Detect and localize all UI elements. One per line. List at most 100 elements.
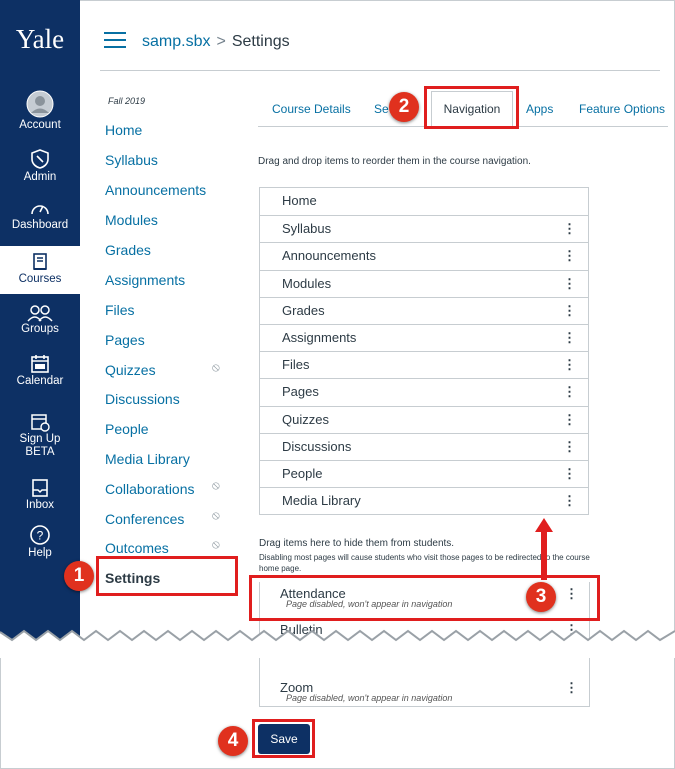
nav-row-people[interactable]: People ⋮ [260,459,588,487]
nav-row-label: Announcements [282,248,376,264]
hidden-row-note: Page disabled, won't appear in navigatio… [286,693,453,703]
kebab-menu-icon[interactable]: ⋮ [563,407,576,433]
nav-row-announcements[interactable]: Announcements ⋮ [260,242,588,269]
breadcrumb-course-link[interactable]: samp.sbx [142,33,210,50]
breadcrumb-current: Settings [231,33,290,50]
tab-course-details[interactable]: Course Details [272,102,351,116]
course-nav-assignments[interactable]: Assignments [105,272,185,288]
course-nav-announcements[interactable]: Announcements [105,182,206,198]
nav-row-quizzes[interactable]: Quizzes ⋮ [260,405,588,433]
header-divider [100,70,660,71]
signup-icon [31,414,50,432]
help-icon: ? [30,525,50,545]
nav-row-label: Discussions [282,438,352,454]
groups-icon [27,305,53,322]
kebab-menu-icon[interactable]: ⋮ [563,461,576,487]
kebab-menu-icon[interactable]: ⋮ [563,352,576,378]
course-nav-discussions[interactable]: Discussions [105,391,180,407]
kebab-menu-icon[interactable]: ⋮ [563,434,576,460]
course-nav-modules[interactable]: Modules [105,212,158,228]
kebab-menu-icon[interactable]: ⋮ [563,216,576,242]
callout-badge-4: 4 [218,726,248,756]
course-nav-files[interactable]: Files [105,302,135,318]
nav-row-discussions[interactable]: Discussions ⋮ [260,432,588,460]
nav-row-modules[interactable]: Modules ⋮ [260,269,588,297]
hidden-row-zoom[interactable]: Zoom Page disabled, won't appear in navi… [260,680,590,703]
course-nav-collaborations[interactable]: Collaborations [105,481,195,497]
nav-row-label: Assignments [282,329,357,345]
breadcrumb: samp.sbx > Settings [142,33,290,51]
nav-row-files[interactable]: Files ⋮ [260,351,588,378]
callout-badge-1: 1 [64,561,94,591]
hidden-section-title: Drag items here to hide them from studen… [259,538,455,549]
hamburger-menu-icon[interactable] [104,32,126,53]
course-nav-people[interactable]: People [105,421,149,437]
kebab-menu-icon[interactable]: ⋮ [563,298,576,324]
course-nav-home[interactable]: Home [105,122,142,138]
calendar-icon [31,355,49,373]
kebab-menu-icon[interactable]: ⋮ [563,325,576,351]
kebab-menu-icon[interactable]: ⋮ [563,488,576,514]
course-nav-quizzes[interactable]: Quizzes [105,362,156,378]
global-nav-courses[interactable]: Courses [0,246,80,294]
course-term: Fall 2019 [108,96,146,106]
global-nav-dashboard[interactable]: Dashboard [0,198,80,232]
global-nav-signup[interactable]: Sign Up BETA [0,412,80,459]
callout-badge-2: 2 [389,92,419,122]
tab-feature-options[interactable]: Feature Options [579,102,665,116]
kebab-menu-icon[interactable]: ⋮ [563,243,576,269]
tab-apps[interactable]: Apps [526,102,553,116]
global-nav-help[interactable]: ? Help [0,524,80,560]
nav-row-label: Grades [282,302,325,318]
svg-text:?: ? [37,529,44,543]
highlight-navigation-tab [424,86,519,129]
nav-row-media-library[interactable]: Media Library ⋮ [260,487,588,514]
torn-edge-divider [0,629,675,658]
global-nav-admin[interactable]: Admin [0,148,80,184]
book-icon [33,253,47,270]
kebab-menu-icon[interactable]: ⋮ [563,271,576,297]
global-nav-account[interactable]: Account [0,90,80,132]
kebab-menu-icon[interactable]: ⋮ [565,680,578,696]
global-nav-calendar[interactable]: Calendar [0,354,80,388]
eye-slash-icon: ⦸ [212,360,220,374]
highlight-save-button [252,719,315,758]
course-nav-outcomes[interactable]: Outcomes [105,540,169,556]
inbox-icon [32,479,48,497]
course-nav-media-library[interactable]: Media Library [105,451,190,467]
nav-row-pages[interactable]: Pages ⋮ [260,378,588,405]
shield-icon [31,149,49,169]
eye-slash-icon: ⦸ [212,537,220,551]
tab-sections[interactable]: Se [374,102,389,116]
nav-row-label: Modules [282,275,332,291]
nav-row-label: Quizzes [282,411,329,427]
kebab-menu-icon[interactable]: ⋮ [563,379,576,405]
nav-row-label: Home [282,193,317,208]
nav-row-label: Media Library [282,493,361,509]
global-nav-inbox[interactable]: Inbox [0,478,80,512]
eye-slash-icon: ⦸ [212,478,220,492]
yale-logo[interactable]: Yale [0,24,80,55]
nav-row-label: People [282,465,323,481]
course-nav-grades[interactable]: Grades [105,242,151,258]
instructions-text: Drag and drop items to reorder them in t… [258,156,531,167]
nav-row-label: Syllabus [282,221,332,237]
eye-slash-icon: ⦸ [212,508,220,522]
breadcrumb-separator: > [216,33,226,50]
highlight-settings-link [96,556,238,596]
nav-row-label: Files [282,357,310,373]
nav-row-grades[interactable]: Grades ⋮ [260,296,588,324]
course-nav-syllabus[interactable]: Syllabus [105,152,158,168]
course-nav-conferences[interactable]: Conferences [105,511,184,527]
nav-items-list: Home Syllabus ⋮ Announcements ⋮ Modules ⋮ G… [259,187,589,516]
course-nav-pages[interactable]: Pages [105,332,145,348]
nav-row-syllabus[interactable]: Syllabus ⋮ [260,215,588,242]
global-nav-groups[interactable]: Groups [0,304,80,336]
global-nav: Yale Account Admin Dashboard Courses Gro… [0,0,80,640]
callout-badge-3: 3 [526,582,556,612]
account-icon [26,90,54,118]
nav-row-home[interactable]: Home [260,188,588,215]
nav-row-label: Pages [282,384,319,400]
up-arrow-icon [535,518,553,580]
nav-row-assignments[interactable]: Assignments ⋮ [260,323,588,351]
